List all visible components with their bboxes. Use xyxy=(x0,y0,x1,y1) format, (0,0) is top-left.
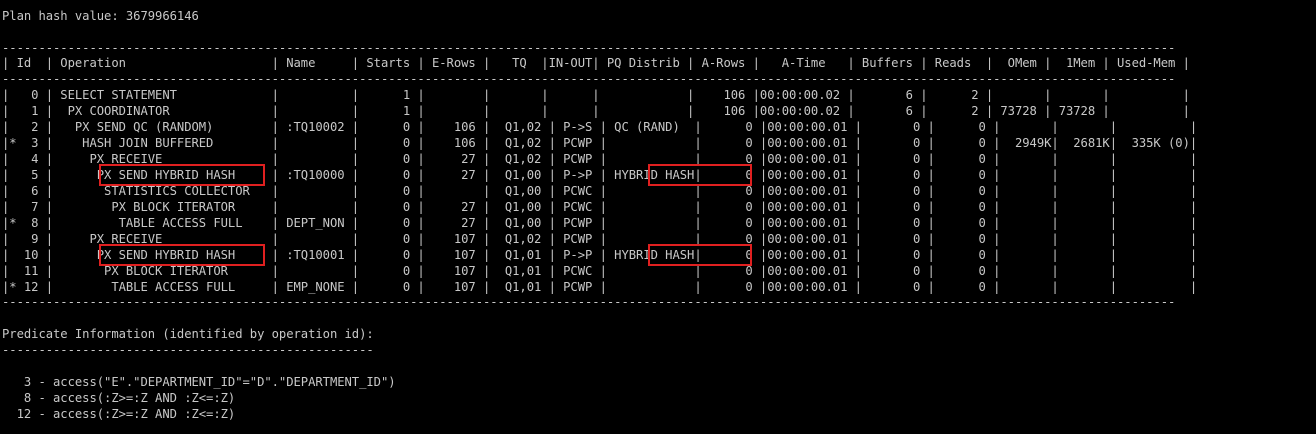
predicate-line: 12 - access(:Z>=:Z AND :Z<=:Z) xyxy=(2,407,236,421)
plan-row: | 1 | PX COORDINATOR | | 1 | | | | | 106… xyxy=(2,104,1190,118)
plan-row: | 2 | PX SEND QC (RANDOM) | :TQ10002 | 0… xyxy=(2,120,1198,134)
terminal-output: Plan hash value: 3679966146 ------------… xyxy=(2,0,1314,434)
table-separator-header: ----------------------------------------… xyxy=(2,72,1176,86)
plan-row: | 9 | PX RECEIVE | | 0 | 107 | Q1,02 | P… xyxy=(2,232,1198,246)
plan-row: |* 12 | TABLE ACCESS FULL | EMP_NONE | 0… xyxy=(2,280,1198,294)
table-separator-bottom: ----------------------------------------… xyxy=(2,295,1176,309)
table-header: | Id | Operation | Name | Starts | E-Row… xyxy=(2,56,1190,70)
table-separator-top: ----------------------------------------… xyxy=(2,41,1176,55)
predicate-separator: ----------------------------------------… xyxy=(2,343,374,357)
predicate-line: 8 - access(:Z>=:Z AND :Z<=:Z) xyxy=(2,391,236,405)
plan-row: | 4 | PX RECEIVE | | 0 | 27 | Q1,02 | PC… xyxy=(2,152,1198,166)
plan-row: | 6 | STATISTICS COLLECTOR | | 0 | | Q1,… xyxy=(2,184,1198,198)
plan-row: |* 3 | HASH JOIN BUFFERED | | 0 | 106 | … xyxy=(2,136,1198,150)
plan-row: | 0 | SELECT STATEMENT | | 1 | | | | | 1… xyxy=(2,88,1190,102)
plan-hash-line: Plan hash value: 3679966146 xyxy=(2,9,199,23)
plan-row: | 7 | PX BLOCK ITERATOR | | 0 | 27 | Q1,… xyxy=(2,200,1198,214)
predicate-line: 3 - access("E"."DEPARTMENT_ID"="D"."DEPA… xyxy=(2,375,396,389)
plan-row: |* 8 | TABLE ACCESS FULL | DEPT_NON | 0 … xyxy=(2,216,1198,230)
plan-row: | 5 | PX SEND HYBRID HASH | :TQ10000 | 0… xyxy=(2,168,1198,182)
plan-row: | 10 | PX SEND HYBRID HASH | :TQ10001 | … xyxy=(2,248,1198,262)
plan-row: | 11 | PX BLOCK ITERATOR | | 0 | 107 | Q… xyxy=(2,264,1198,278)
predicate-title: Predicate Information (identified by ope… xyxy=(2,327,374,341)
